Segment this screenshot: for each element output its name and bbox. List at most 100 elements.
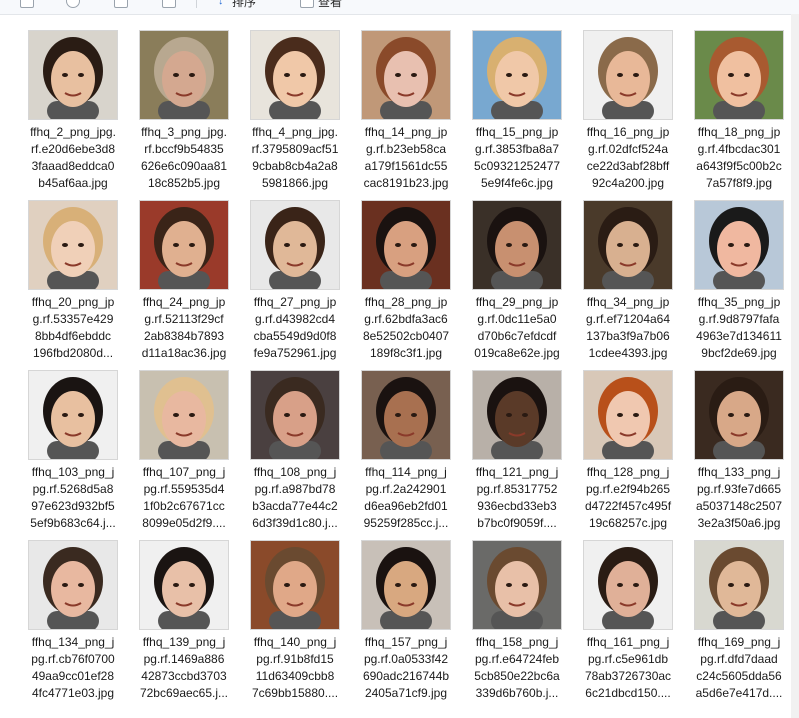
file-item[interactable]: ffhq_24_png_jp g.rf.52113f29cf 2ab8384b789… (129, 200, 239, 366)
file-item[interactable]: ffhq_158_png_j pg.rf.e64724feb 5cb850e22bc… (462, 540, 572, 706)
file-thumbnail[interactable] (250, 200, 340, 290)
file-item[interactable]: ffhq_114_png_j pg.rf.2a242901 d6ea96eb2fd0… (351, 370, 461, 536)
file-name[interactable]: ffhq_103_png_j pg.rf.5268d5a8 97e623d932bf… (18, 464, 128, 532)
file-name[interactable]: ffhq_3_png_jpg. rf.bccf9b54835 626e6c090aa… (129, 124, 239, 192)
file-item[interactable]: ffhq_140_png_j pg.rf.91b8fd15 11d63409cbb8… (240, 540, 350, 706)
file-thumbnail[interactable] (250, 30, 340, 120)
file-item[interactable]: ffhq_14_png_jp g.rf.b23eb58ca a179f1561dc5… (351, 30, 461, 196)
file-item[interactable]: ffhq_20_png_jp g.rf.53357e429 8bb4df6ebddc… (18, 200, 128, 366)
file-name[interactable]: ffhq_34_png_jp g.rf.ef71204a64 137ba3f9a7b… (573, 294, 683, 362)
file-thumbnail[interactable] (361, 540, 451, 630)
file-thumbnail[interactable] (472, 370, 562, 460)
file-name[interactable]: ffhq_108_png_j pg.rf.a987bd78 b3acda77e44c… (240, 464, 350, 532)
photo-face (495, 561, 539, 617)
file-thumbnail[interactable] (361, 30, 451, 120)
file-item[interactable]: ffhq_2_png_jpg. rf.e20d6ebe3d8 3faaad8eddc… (18, 30, 128, 196)
file-name[interactable]: ffhq_24_png_jp g.rf.52113f29cf 2ab8384b789… (129, 294, 239, 362)
file-thumbnail[interactable] (361, 370, 451, 460)
file-thumbnail[interactable] (250, 540, 340, 630)
file-thumbnail[interactable] (694, 540, 784, 630)
file-item[interactable]: ffhq_107_png_j pg.rf.559535d4 1f0b2c67671c… (129, 370, 239, 536)
photo-eye-right (78, 243, 84, 247)
file-name[interactable]: ffhq_161_png_j pg.rf.c5e961db 78ab3726730a… (573, 634, 683, 702)
file-name[interactable]: ffhq_2_png_jpg. rf.e20d6ebe3d8 3faaad8eddc… (18, 124, 128, 192)
file-name[interactable]: ffhq_35_png_jp g.rf.9d8797fafa 4963e7d1346… (684, 294, 794, 362)
file-item[interactable]: ffhq_34_png_jp g.rf.ef71204a64 137ba3f9a7b… (573, 200, 683, 366)
file-name[interactable]: ffhq_140_png_j pg.rf.91b8fd15 11d63409cbb8… (240, 634, 350, 702)
file-name-line: g.rf.4fbcdac301 (697, 142, 781, 156)
file-name[interactable]: ffhq_14_png_jp g.rf.b23eb58ca a179f1561dc5… (351, 124, 461, 192)
file-thumbnail[interactable] (694, 30, 784, 120)
file-item[interactable]: ffhq_121_png_j pg.rf.85317752 936ecbd33eb3… (462, 370, 572, 536)
file-item[interactable]: ffhq_139_png_j pg.rf.1469a886 42873ccbd370… (129, 540, 239, 706)
file-name[interactable]: ffhq_114_png_j pg.rf.2a242901 d6ea96eb2fd0… (351, 464, 461, 532)
file-thumbnail[interactable] (139, 540, 229, 630)
file-name-line: 189f8c3f1.jpg (369, 346, 443, 360)
file-name[interactable]: ffhq_29_png_jp g.rf.0dc11e5a0 d70b6c7efdcd… (462, 294, 572, 362)
file-item[interactable]: ffhq_15_png_jp g.rf.3853fba8a7 5c093212524… (462, 30, 572, 196)
face-photo (473, 201, 561, 289)
file-name-line: ffhq_157_png_j (364, 635, 448, 649)
file-name-line: cba5549d9d0f8 (253, 329, 337, 343)
file-name-line: 5e9f4fe6c.jpg (480, 176, 554, 190)
file-name-line: ffhq_103_png_j (31, 465, 115, 479)
file-thumbnail[interactable] (28, 370, 118, 460)
file-item[interactable]: ffhq_169_png_j pg.rf.dfd7daad c24c5605dda5… (684, 540, 794, 706)
file-thumbnail[interactable] (361, 200, 451, 290)
file-thumbnail[interactable] (28, 30, 118, 120)
file-thumbnail[interactable] (139, 200, 229, 290)
file-item[interactable]: ffhq_18_png_jp g.rf.4fbcdac301 a643f9f5c00… (684, 30, 794, 196)
file-item[interactable]: ffhq_161_png_j pg.rf.c5e961db 78ab3726730a… (573, 540, 683, 706)
file-name[interactable]: ffhq_28_png_jp g.rf.62bdfa3ac6 8e52502cb04… (351, 294, 461, 362)
file-name[interactable]: ffhq_139_png_j pg.rf.1469a886 42873ccbd370… (129, 634, 239, 702)
file-name[interactable]: ffhq_158_png_j pg.rf.e64724feb 5cb850e22bc… (462, 634, 572, 702)
file-name[interactable]: ffhq_134_png_j pg.rf.cb76f0700 49aa9cc01ef… (18, 634, 128, 702)
file-name[interactable]: ffhq_128_png_j pg.rf.e2f94b265 d4722f457c4… (573, 464, 683, 532)
file-item[interactable]: ffhq_128_png_j pg.rf.e2f94b265 d4722f457c4… (573, 370, 683, 536)
file-thumbnail[interactable] (139, 30, 229, 120)
file-item[interactable]: ffhq_27_png_jp g.rf.d43982cd4 cba5549d9d0f… (240, 200, 350, 366)
face-photo (140, 31, 228, 119)
file-thumbnail[interactable] (472, 540, 562, 630)
file-name-line: 137ba3f9a7b06 (586, 329, 670, 343)
file-item[interactable]: ffhq_133_png_j pg.rf.93fe7d665 a5037148c25… (684, 370, 794, 536)
file-item[interactable]: ffhq_157_png_j pg.rf.0a0533f42 690adc21674… (351, 540, 461, 706)
file-name[interactable]: ffhq_27_png_jp g.rf.d43982cd4 cba5549d9d0f… (240, 294, 350, 362)
file-item[interactable]: ffhq_4_png_jpg. rf.3795809acf51 9cbab8cb4a… (240, 30, 350, 196)
file-thumbnail[interactable] (472, 200, 562, 290)
file-item[interactable]: ffhq_3_png_jpg. rf.bccf9b54835 626e6c090aa… (129, 30, 239, 196)
file-thumbnail[interactable] (250, 370, 340, 460)
file-name[interactable]: ffhq_18_png_jp g.rf.4fbcdac301 a643f9f5c00… (684, 124, 794, 192)
file-name-line: ffhq_27_png_jp (253, 295, 337, 309)
file-name[interactable]: ffhq_16_png_jp g.rf.02dfcf524a ce22d3abf28… (573, 124, 683, 192)
file-thumbnail[interactable] (583, 370, 673, 460)
file-item[interactable]: ffhq_28_png_jp g.rf.62bdfa3ac6 8e52502cb04… (351, 200, 461, 366)
file-thumbnail[interactable] (28, 200, 118, 290)
photo-eye-right (300, 243, 306, 247)
file-name[interactable]: ffhq_121_png_j pg.rf.85317752 936ecbd33eb3… (462, 464, 572, 532)
file-name[interactable]: ffhq_4_png_jpg. rf.3795809acf51 9cbab8cb4a… (240, 124, 350, 192)
file-name[interactable]: ffhq_20_png_jp g.rf.53357e429 8bb4df6ebddc… (18, 294, 128, 362)
file-name-line: 3faaad8eddca0 (31, 159, 115, 173)
file-name[interactable]: ffhq_15_png_jp g.rf.3853fba8a7 5c093212524… (462, 124, 572, 192)
file-thumbnail[interactable] (694, 370, 784, 460)
face-photo (251, 371, 339, 459)
file-name[interactable]: ffhq_107_png_j pg.rf.559535d4 1f0b2c67671c… (129, 464, 239, 532)
file-thumbnail[interactable] (583, 30, 673, 120)
file-thumbnail[interactable] (472, 30, 562, 120)
file-name[interactable]: ffhq_133_png_j pg.rf.93fe7d665 a5037148c25… (684, 464, 794, 532)
file-item[interactable]: ffhq_103_png_j pg.rf.5268d5a8 97e623d932bf… (18, 370, 128, 536)
file-name[interactable]: ffhq_169_png_j pg.rf.dfd7daad c24c5605dda5… (684, 634, 794, 702)
file-thumbnail[interactable] (583, 540, 673, 630)
file-item[interactable]: ffhq_35_png_jp g.rf.9d8797fafa 4963e7d1346… (684, 200, 794, 366)
file-thumbnail[interactable] (694, 200, 784, 290)
file-item[interactable]: ffhq_29_png_jp g.rf.0dc11e5a0 d70b6c7efdcd… (462, 200, 572, 366)
file-item[interactable]: ffhq_16_png_jp g.rf.02dfcf524a ce22d3abf28… (573, 30, 683, 196)
file-thumbnail[interactable] (583, 200, 673, 290)
file-thumbnail[interactable] (28, 540, 118, 630)
scrollbar[interactable] (791, 14, 799, 718)
file-name[interactable]: ffhq_157_png_j pg.rf.0a0533f42 690adc21674… (351, 634, 461, 702)
file-thumbnail[interactable] (139, 370, 229, 460)
file-item[interactable]: ffhq_134_png_j pg.rf.cb76f0700 49aa9cc01ef… (18, 540, 128, 706)
file-item[interactable]: ffhq_108_png_j pg.rf.a987bd78 b3acda77e44c… (240, 370, 350, 536)
